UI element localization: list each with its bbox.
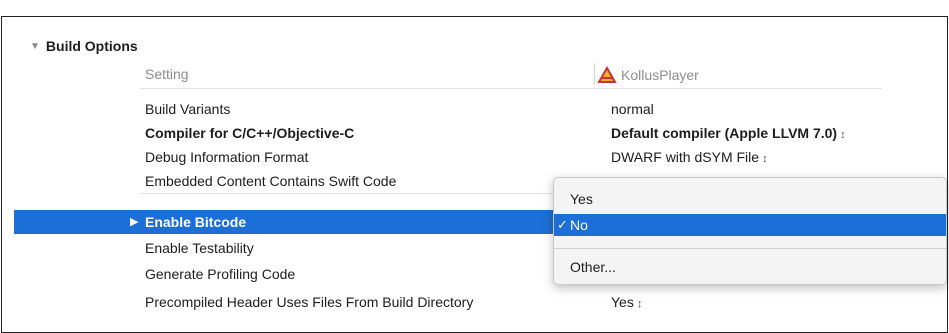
setting-name: Embedded Content Contains Swift Code: [145, 173, 397, 189]
setting-row-precompiled-header[interactable]: Precompiled Header Uses Files From Build…: [0, 290, 947, 314]
popup-stepper-icon: ↕: [840, 129, 846, 141]
popup-stepper-icon: ↕: [762, 153, 768, 165]
setting-value: DWARF with dSYM File: [611, 149, 760, 165]
setting-name: Debug Information Format: [145, 149, 309, 165]
menu-item-yes[interactable]: Yes: [554, 188, 946, 210]
menu-item-label: Other...: [570, 259, 616, 275]
setting-name: Enable Bitcode: [145, 214, 247, 230]
target-name: KollusPlayer: [621, 67, 699, 83]
menu-item-no[interactable]: ✓ No: [554, 214, 946, 236]
setting-name: Precompiled Header Uses Files From Build…: [145, 294, 474, 310]
popup-stepper-icon: ↕: [636, 298, 643, 310]
setting-value-popup[interactable]: Default compiler (Apple LLVM 7.0) ↕: [611, 125, 846, 141]
build-options-section[interactable]: ▼ Build Options: [30, 36, 138, 56]
setting-row-debug-format[interactable]: Debug Information Format DWARF with dSYM…: [0, 145, 947, 169]
cropped-top-text: [0, 0, 949, 16]
menu-divider: [554, 248, 946, 249]
setting-name: Enable Testability: [145, 240, 254, 256]
menu-item-label: Yes: [570, 191, 593, 207]
bitcode-popup-menu: Yes ✓ No Other...: [553, 177, 947, 285]
disclosure-triangle-icon[interactable]: ▶: [130, 215, 138, 228]
setting-row-compiler[interactable]: Compiler for C/C++/Objective-C Default c…: [0, 121, 947, 145]
disclosure-triangle-icon[interactable]: ▼: [30, 41, 40, 52]
divider: [140, 88, 882, 89]
setting-name: Generate Profiling Code: [145, 266, 296, 282]
section-title: Build Options: [45, 38, 138, 54]
setting-value-popup[interactable]: DWARF with dSYM File ↕: [611, 149, 768, 165]
setting-column-label: Setting: [145, 66, 189, 82]
setting-value[interactable]: normal: [611, 101, 654, 117]
menu-item-other[interactable]: Other...: [554, 256, 946, 278]
app-target-icon: [597, 66, 617, 83]
setting-row-build-variants[interactable]: Build Variants normal: [0, 97, 947, 121]
menu-item-label: No: [570, 217, 588, 233]
setting-value: Default compiler (Apple LLVM 7.0): [611, 125, 838, 141]
setting-value: Yes: [611, 294, 634, 310]
setting-name: Build Variants: [145, 101, 231, 117]
target-column-header: KollusPlayer: [597, 66, 699, 84]
checkmark-icon: ✓: [557, 217, 568, 232]
setting-value-popup[interactable]: Yes ↕: [611, 294, 642, 310]
setting-name: Compiler for C/C++/Objective-C: [145, 125, 355, 141]
settings-column-header: Setting: [0, 62, 947, 86]
